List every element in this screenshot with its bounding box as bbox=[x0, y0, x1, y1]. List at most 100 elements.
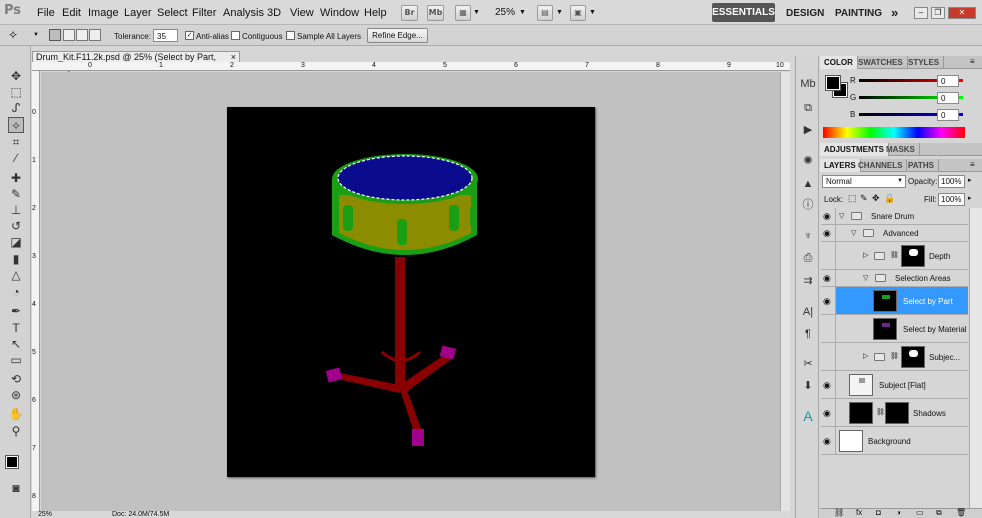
lasso-tool-icon[interactable]: ᔑ bbox=[8, 100, 24, 116]
type-tool-icon[interactable]: T bbox=[8, 320, 24, 336]
visibility-toggle[interactable]: ◉ bbox=[821, 270, 836, 286]
quick-mask-icon[interactable]: ◙ bbox=[8, 480, 24, 496]
layer-mask-thumbnail[interactable] bbox=[901, 245, 925, 267]
chevron-down-icon[interactable]: ▼ bbox=[33, 32, 39, 38]
tab-styles[interactable]: STYLES bbox=[904, 56, 945, 69]
arrange-documents-icon[interactable]: ▤ bbox=[537, 5, 553, 21]
folder-icon[interactable]: ▭ bbox=[916, 508, 924, 517]
layer-row-advanced[interactable]: ◉ ▽ Advanced bbox=[821, 225, 968, 242]
eraser-tool-icon[interactable]: ◪ bbox=[8, 234, 24, 250]
chevron-right-icon[interactable]: ▷ bbox=[863, 352, 868, 360]
healing-brush-icon[interactable]: ✚ bbox=[8, 170, 24, 186]
visibility-toggle[interactable]: ◉ bbox=[821, 287, 836, 314]
brush-tool-icon[interactable]: ✎ bbox=[8, 186, 24, 202]
bridge-button[interactable]: Br bbox=[401, 5, 418, 21]
tools-icon[interactable]: ✂ bbox=[800, 356, 816, 372]
more-workspaces-icon[interactable]: » bbox=[891, 5, 898, 20]
menu-edit[interactable]: Edit bbox=[62, 7, 81, 19]
intersect-selection-icon[interactable] bbox=[89, 29, 101, 41]
color-fg-swatch[interactable] bbox=[825, 75, 841, 91]
opacity-input[interactable]: 100% bbox=[938, 175, 965, 188]
chevron-down-icon[interactable]: ▽ bbox=[839, 212, 844, 220]
tab-swatches[interactable]: SWATCHES bbox=[854, 56, 908, 69]
marquee-tool-icon[interactable]: ⬚ bbox=[8, 84, 24, 100]
dodge-tool-icon[interactable]: ◔ bbox=[8, 284, 24, 300]
pen-tool-icon[interactable]: ✒ bbox=[8, 303, 24, 319]
channel-b-input[interactable]: 0 bbox=[937, 109, 959, 121]
actions-icon[interactable]: ▶ bbox=[800, 122, 816, 138]
document-tab[interactable]: Drum_Kit.F11.2k.psd @ 25% (Select by Par… bbox=[32, 51, 240, 72]
workspace-painting[interactable]: PAINTING bbox=[835, 8, 882, 19]
chevron-down-icon[interactable]: ▼ bbox=[473, 9, 480, 16]
screen-mode-icon[interactable]: ▣ bbox=[570, 5, 586, 21]
tab-channels[interactable]: CHANNELS bbox=[854, 159, 908, 172]
clone-source-icon[interactable]: ⎙ bbox=[800, 250, 816, 266]
minimize-icon[interactable]: – bbox=[914, 7, 928, 19]
fx-icon[interactable]: fx bbox=[856, 508, 862, 517]
navigator-icon[interactable]: ▲ bbox=[800, 176, 816, 192]
channel-g-input[interactable]: 0 bbox=[937, 92, 959, 104]
view-extras-icon[interactable]: ▦ bbox=[455, 5, 471, 21]
menu-layer[interactable]: Layer bbox=[124, 7, 152, 19]
refine-edge-button[interactable]: Refine Edge... bbox=[367, 28, 428, 43]
mini-bridge-icon[interactable]: Mb bbox=[800, 76, 816, 92]
text-style-icon[interactable]: A bbox=[800, 408, 816, 424]
mini-bridge-button[interactable]: Mb bbox=[427, 5, 444, 21]
visibility-toggle[interactable]: ◉ bbox=[821, 208, 836, 224]
restore-icon[interactable]: ❐ bbox=[931, 7, 945, 19]
chevron-down-icon[interactable]: ▽ bbox=[851, 229, 856, 237]
new-layer-icon[interactable]: ⧉ bbox=[936, 508, 942, 518]
layer-row-select-by-material[interactable]: Select by Material bbox=[821, 315, 968, 343]
path-selection-icon[interactable]: ↖ bbox=[8, 336, 24, 352]
document-canvas[interactable] bbox=[227, 107, 595, 477]
3d-orbit-icon[interactable]: ⊛ bbox=[8, 387, 24, 403]
brush-presets-icon[interactable]: ♆ bbox=[800, 228, 816, 244]
3d-rotate-icon[interactable]: ⟲ bbox=[8, 371, 24, 387]
visibility-toggle[interactable]: ◉ bbox=[821, 225, 836, 241]
zoom-level[interactable]: 25% bbox=[495, 7, 515, 18]
visibility-toggle[interactable]: ◉ bbox=[821, 371, 836, 398]
chevron-down-icon[interactable]: ▼ bbox=[519, 9, 526, 16]
sample-all-checkbox[interactable] bbox=[286, 31, 295, 40]
hand-tool-icon[interactable]: ✋ bbox=[8, 406, 24, 422]
zoom-tool-icon[interactable]: ⚲ bbox=[8, 423, 24, 439]
workspace-essentials[interactable]: ESSENTIALS bbox=[712, 3, 775, 22]
visibility-toggle[interactable] bbox=[821, 315, 836, 342]
magic-wand-icon[interactable]: ✧ bbox=[8, 28, 18, 42]
menu-analysis[interactable]: Analysis bbox=[223, 7, 264, 19]
anti-alias-checkbox[interactable]: ✓ bbox=[185, 31, 194, 40]
menu-file[interactable]: File bbox=[37, 7, 55, 19]
chevron-right-icon[interactable]: ▸ bbox=[968, 176, 972, 184]
status-zoom[interactable]: 25% bbox=[38, 511, 52, 518]
layer-mask-thumbnail[interactable] bbox=[885, 402, 909, 424]
styles-icon[interactable]: ⬇ bbox=[800, 378, 816, 394]
3d-icon[interactable]: ✺ bbox=[800, 153, 816, 169]
lock-paint-icon[interactable]: ✎ bbox=[860, 193, 868, 204]
close-icon[interactable]: ✕ bbox=[948, 7, 976, 19]
contiguous-checkbox[interactable] bbox=[231, 31, 240, 40]
history-icon[interactable]: ⧉ bbox=[800, 100, 816, 116]
visibility-toggle[interactable]: ◉ bbox=[821, 427, 836, 454]
tolerance-input[interactable]: 35 bbox=[153, 29, 178, 42]
layer-row-select-by-part[interactable]: ◉ Select by Part bbox=[821, 287, 968, 315]
info-icon[interactable]: ⓘ bbox=[800, 197, 816, 213]
layer-row-selection-areas[interactable]: ◉ ▽ Selection Areas bbox=[821, 270, 968, 287]
lock-transparent-icon[interactable]: ⬚ bbox=[848, 193, 857, 204]
crop-tool-icon[interactable]: ⌗ bbox=[8, 134, 24, 150]
lock-all-icon[interactable]: 🔒 bbox=[884, 193, 895, 204]
visibility-toggle[interactable] bbox=[821, 242, 836, 269]
layer-row-shadows[interactable]: ◉ ⛓ Shadows bbox=[821, 399, 968, 427]
panel-menu-icon[interactable]: ≡ bbox=[970, 57, 975, 66]
lock-position-icon[interactable]: ✥ bbox=[872, 193, 880, 204]
shape-tool-icon[interactable]: ▭ bbox=[8, 352, 24, 368]
fill-input[interactable]: 100% bbox=[938, 193, 965, 206]
foreground-color-swatch[interactable] bbox=[5, 455, 19, 469]
chevron-down-icon[interactable]: ▼ bbox=[556, 9, 563, 16]
chevron-right-icon[interactable]: ▸ bbox=[968, 194, 972, 202]
tab-paths[interactable]: PATHS bbox=[904, 159, 939, 172]
character-icon[interactable]: A| bbox=[800, 304, 816, 320]
color-spectrum-bar[interactable] bbox=[823, 127, 965, 138]
new-selection-icon[interactable] bbox=[49, 29, 61, 41]
menu-select[interactable]: Select bbox=[157, 7, 188, 19]
layer-thumbnail[interactable] bbox=[849, 402, 873, 424]
